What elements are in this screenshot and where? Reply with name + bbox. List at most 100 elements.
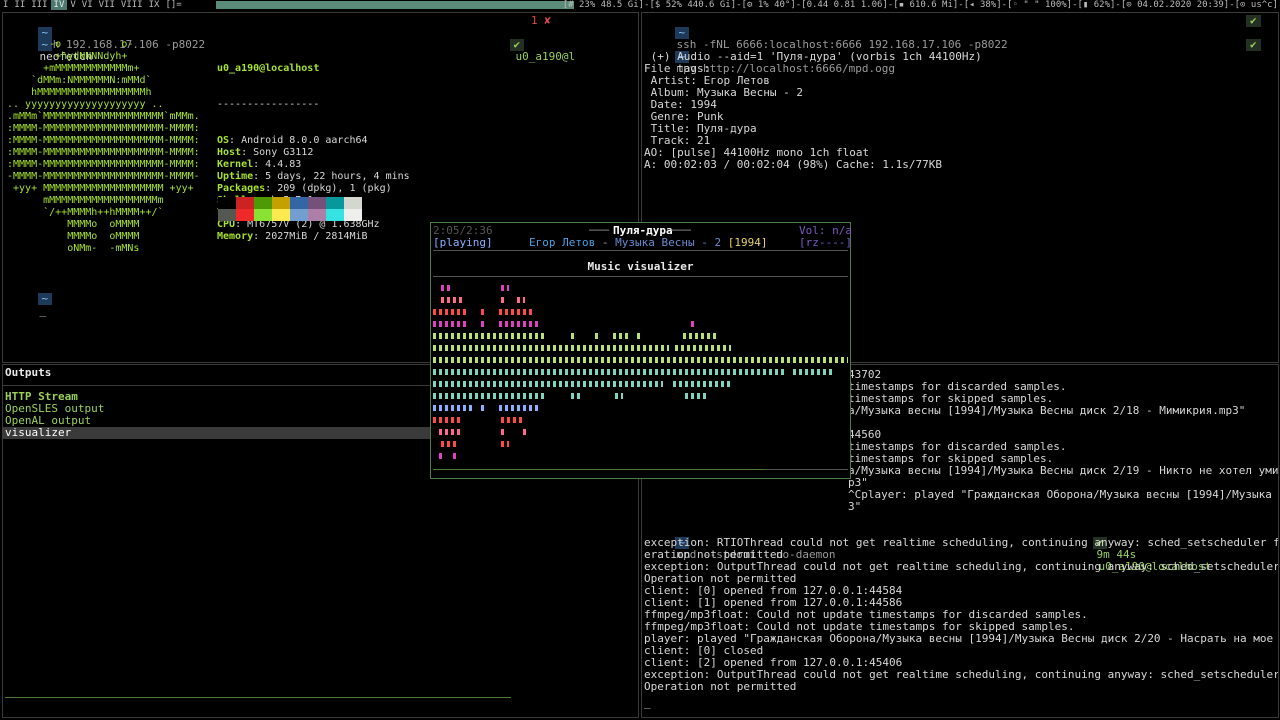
visualizer-bar [433, 405, 473, 411]
color-swatch [272, 209, 290, 221]
info-value: 209 (dpkg), 1 (pkg) [277, 183, 392, 194]
outputs-header: Outputs [5, 366, 52, 379]
info-row: Packages: 209 (dpkg), 1 (pkg) [217, 183, 392, 194]
playback-flags: [rz----] [799, 236, 852, 249]
color-swatch [326, 209, 344, 221]
visualizer-bar [433, 321, 467, 327]
error-badge: 1 ✘ [531, 14, 551, 27]
log-line: Operation not permitted [644, 680, 797, 693]
log-line: ^Cplayer: played "Гражданская Оборона/Му… [848, 488, 1272, 501]
player-state: [playing] [433, 236, 493, 249]
visualizer-bar [613, 333, 631, 339]
ascii-line: :MMMM-MMMMMMMMMMMMMMMMMMMM-MMMM: [7, 159, 200, 170]
color-swatch [344, 209, 362, 221]
prompt-right: ✔ u0_a190@l [483, 27, 575, 63]
visualizer-bar [501, 429, 505, 435]
visualizer-bar [517, 297, 525, 303]
workspace-tag[interactable]: V [67, 0, 78, 10]
visualizer-bar [481, 321, 485, 327]
visualizer-bar [439, 429, 461, 435]
ascii-line: :MMMM-MMMMMMMMMMMMMMMMMMMM-MMMM: [7, 135, 200, 146]
visualizer-bar [499, 405, 539, 411]
log-line: 3" [848, 500, 862, 513]
progress-line [5, 697, 511, 698]
ok-badge: ✔ [1246, 39, 1261, 51]
info-value: 2027MiB / 2814MiB [265, 231, 368, 242]
ascii-line: .. yyyyyyyyyyyyyyyyyyyy .. [7, 99, 164, 110]
header-divider [433, 250, 848, 251]
workspace-tag[interactable]: I [0, 0, 11, 10]
prompt-line: ~ _ [7, 281, 53, 317]
color-swatch [218, 209, 236, 221]
song-progress-bar[interactable] [433, 469, 765, 470]
visualizer-bar [433, 357, 848, 363]
album: Музыка Весны - 2 [615, 236, 722, 249]
visualizer-bar [441, 285, 451, 291]
visualizer-bar [441, 297, 463, 303]
log-line: a/Музыка весны [1994]/Музыка Весны диск … [848, 464, 1279, 477]
workspace-tag[interactable]: III [28, 0, 50, 10]
info-row: Kernel: 4.4.83 [217, 159, 302, 170]
workspace-tag[interactable]: IX [146, 0, 163, 10]
ascii-line: `dMMm:NMMMMMMN:mMMd` [7, 75, 152, 86]
ascii-line: -o o- [7, 39, 134, 50]
workspace-list: I II III IV V VI VII VIII IX []= [0, 0, 185, 10]
color-palette [218, 197, 362, 221]
color-swatch [290, 197, 308, 209]
visualizer-bar [793, 369, 833, 375]
visualizer-bar [571, 333, 575, 339]
color-swatch [326, 197, 344, 209]
ncmpcpp-window[interactable]: 2:05/2:36 ─── Пуля-дура ─── Vol: n/a [pl… [430, 222, 852, 479]
info-value: Sony G3112 [253, 147, 314, 158]
info-key: OS [217, 135, 230, 146]
visualizer-bar [499, 321, 539, 327]
ascii-line: -MMMM-MMMMMMMMMMMMMMMMMMMM-MMMM- [7, 171, 200, 182]
workspace-tag[interactable]: VII [96, 0, 118, 10]
visualizer-bar [501, 417, 523, 423]
visualizer-bar [685, 393, 707, 399]
year: [1994] [727, 236, 768, 249]
color-swatch [236, 197, 254, 209]
info-key: Memory [217, 231, 254, 242]
info-key: Host [217, 147, 242, 158]
ascii-line: +yy+ MMMMMMMMMMMMMMMMMMMM +yy+ [7, 183, 194, 194]
ascii-line: :MMMM-MMMMMMMMMMMMMMMMMMMM-MMMM: [7, 123, 200, 134]
visualizer-bar [675, 345, 731, 351]
info-row: Uptime: 5 days, 22 hours, 4 mins [217, 171, 410, 182]
window-title-strip [216, 1, 574, 9]
visualizer-bar [433, 345, 669, 351]
workspace-tag[interactable]: II [11, 0, 28, 10]
workspace-tag[interactable]: IV [50, 0, 68, 10]
visualizer-bar [433, 417, 463, 423]
system-status: [# 23% 48.5 Gi]-[$ 52% 440.6 Gi]-[⚙ 1% 4… [562, 0, 1278, 10]
visualizer-bar [523, 429, 527, 435]
visualizer-bar [481, 309, 485, 315]
info-title: u0_a190@localhost [217, 63, 320, 74]
color-swatch [308, 197, 326, 209]
visualizer-bar [441, 441, 459, 447]
android-logo-ascii: -o o- +hydNNNNdyh+ +mMMMMMMMMMMMMm+ `dMM… [7, 39, 200, 255]
separator: - [595, 236, 616, 249]
info-key: Packages [217, 183, 266, 194]
info-value: 4.4.83 [265, 159, 302, 170]
visualizer-bar [637, 333, 641, 339]
pane-header: ~ ssh -fNL 6666:localhost:6666 192.168.1… [644, 15, 1008, 51]
log-line: a/Музыка весны [1994]/Музыка Весны диск … [848, 404, 1246, 417]
visualizer-bar [595, 333, 599, 339]
workspace-tag[interactable]: VI [79, 0, 96, 10]
now-playing: Егор Летов - Музыка Весны - 2 [1994] [529, 237, 767, 249]
ascii-line: +hydNNNNdyh+ [7, 51, 128, 62]
color-swatch [254, 197, 272, 209]
info-value: 5 days, 22 hours, 4 mins [265, 171, 410, 182]
visualizer-bar [691, 321, 695, 327]
cursor: _ [39, 304, 47, 317]
workspace-tag[interactable]: VIII [118, 0, 146, 10]
workspace-tag[interactable]: []= [162, 0, 184, 10]
top-status-bar: I II III IV V VI VII VIII IX []= [# 23% 48.5 Gi]-… [0, 0, 1280, 10]
artist: Егор Летов [529, 236, 596, 249]
color-swatch [254, 209, 272, 221]
info-value: Android 8.0.0 aarch64 [241, 135, 368, 146]
color-swatch [218, 197, 236, 209]
visualizer-bar [499, 309, 535, 315]
info-rule: ----------------- [217, 99, 320, 110]
